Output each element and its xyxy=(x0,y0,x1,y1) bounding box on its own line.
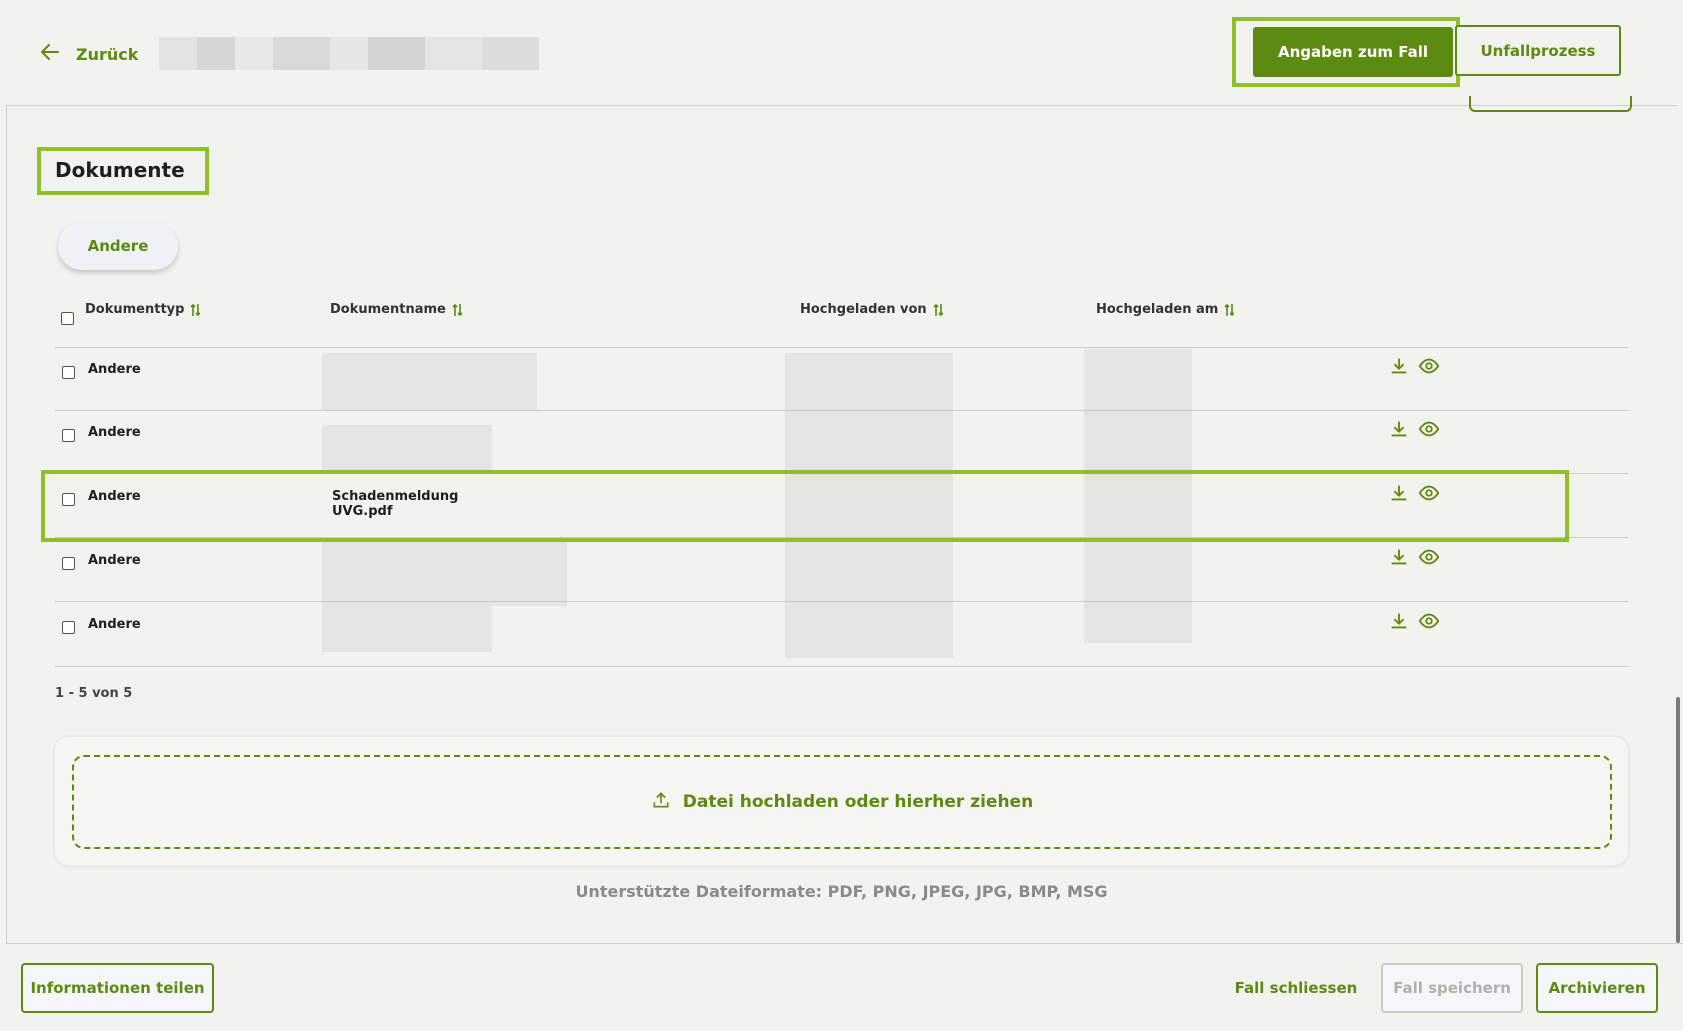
eye-icon[interactable] xyxy=(1418,355,1440,381)
download-icon[interactable] xyxy=(1388,610,1410,636)
arrow-left-icon xyxy=(38,40,62,68)
row-divider xyxy=(55,410,1628,411)
table-header-divider xyxy=(55,347,1628,348)
row-divider xyxy=(55,601,1628,602)
column-header-hochgeladen-am[interactable]: Hochgeladen am xyxy=(1096,302,1235,317)
cell-dokumenttyp: Andere xyxy=(88,362,141,377)
share-information-button[interactable]: Informationen teilen xyxy=(21,963,214,1013)
close-case-button[interactable]: Fall schliessen xyxy=(1228,963,1364,1013)
download-icon[interactable] xyxy=(1388,355,1410,381)
download-icon[interactable] xyxy=(1388,418,1410,444)
column-header-dokumenttyp[interactable]: Dokumenttyp xyxy=(85,302,201,317)
sort-icon[interactable] xyxy=(933,303,943,317)
hidden-button-edge xyxy=(1469,96,1632,112)
eye-icon[interactable] xyxy=(1418,418,1440,444)
select-all-checkbox[interactable] xyxy=(61,312,74,325)
row-divider xyxy=(55,666,1628,667)
tab-angaben-zum-fall[interactable]: Angaben zum Fall xyxy=(1253,27,1453,77)
tab-unfallprozess[interactable]: Unfallprozess xyxy=(1455,25,1621,76)
section-title: Dokumente xyxy=(55,158,185,182)
redacted-cell xyxy=(322,353,537,411)
archive-button[interactable]: Archivieren xyxy=(1536,963,1658,1013)
column-header-dokumentname[interactable]: Dokumentname xyxy=(330,302,462,317)
row-checkbox[interactable] xyxy=(62,557,75,570)
sort-icon[interactable] xyxy=(190,303,201,317)
sort-icon[interactable] xyxy=(452,303,462,317)
upload-dropzone[interactable]: Datei hochladen oder hierher ziehen xyxy=(72,755,1612,849)
save-case-button[interactable]: Fall speichern xyxy=(1381,963,1523,1013)
row-highlight-frame xyxy=(41,470,1569,542)
sort-icon[interactable] xyxy=(1224,303,1235,317)
case-title-redacted xyxy=(159,37,539,70)
pagination-info: 1 - 5 von 5 xyxy=(55,686,133,701)
row-checkbox[interactable] xyxy=(62,621,75,634)
row-checkbox[interactable] xyxy=(62,429,75,442)
download-icon[interactable] xyxy=(1388,546,1410,572)
row-checkbox[interactable] xyxy=(62,366,75,379)
column-header-hochgeladen-von[interactable]: Hochgeladen von xyxy=(800,302,943,317)
redacted-cell xyxy=(322,425,492,470)
upload-label: Datei hochladen oder hierher ziehen xyxy=(682,792,1034,812)
cell-dokumenttyp: Andere xyxy=(88,617,141,632)
eye-icon[interactable] xyxy=(1418,546,1440,572)
upload-icon xyxy=(651,790,671,815)
left-divider xyxy=(6,0,7,1030)
supported-formats: Unterstützte Dateiformate: PDF, PNG, JPE… xyxy=(575,882,1108,901)
scrollbar-thumb[interactable] xyxy=(1676,697,1680,943)
redacted-cell xyxy=(322,540,567,606)
cell-dokumenttyp: Andere xyxy=(88,553,141,568)
eye-icon[interactable] xyxy=(1418,610,1440,636)
back-label: Zurück xyxy=(76,44,139,64)
cell-dokumenttyp: Andere xyxy=(88,425,141,440)
redacted-cell xyxy=(322,606,492,652)
filter-chip-andere[interactable]: Andere xyxy=(58,222,178,270)
back-link[interactable]: Zurück xyxy=(38,40,138,68)
